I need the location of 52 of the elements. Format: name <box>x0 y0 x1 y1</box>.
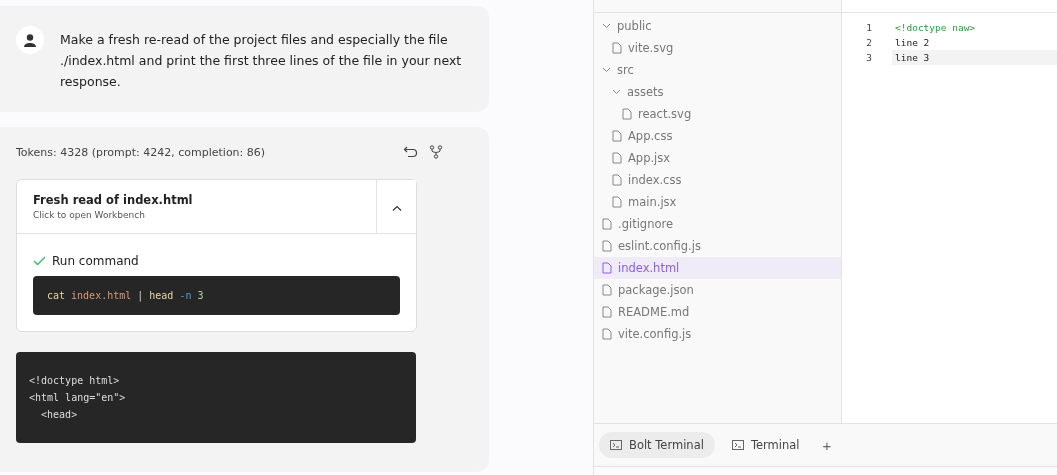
artifact-header[interactable]: Fresh read of index.html Click to open Workbench <box>17 180 376 233</box>
file-item[interactable]: vite.svg <box>594 37 841 59</box>
file-icon <box>612 130 622 142</box>
add-terminal-button[interactable]: + <box>816 434 838 456</box>
command-block: cat index.html | head -n 3 <box>33 276 400 315</box>
file-icon <box>602 284 612 296</box>
terminal-tab[interactable]: Terminal <box>720 432 811 458</box>
file-icon <box>612 42 622 54</box>
file-icon <box>602 262 612 274</box>
line-number: 1 <box>865 22 872 33</box>
chevron-icon <box>602 67 611 73</box>
folder-item[interactable]: src <box>594 59 841 81</box>
file-icon <box>612 152 622 164</box>
line-number: 3 <box>865 52 872 63</box>
file-icon <box>602 306 612 318</box>
file-icon <box>602 240 612 252</box>
file-item[interactable]: README.md <box>594 301 841 323</box>
file-icon <box>612 174 622 186</box>
chevron-up-icon <box>391 205 402 211</box>
token-count: Tokens: 4328 (prompt: 4242, completion: 86) <box>16 145 266 159</box>
file-item[interactable]: .gitignore <box>594 213 841 235</box>
artifact-title: Fresh read of index.html <box>33 193 194 207</box>
undo-icon[interactable] <box>403 145 419 159</box>
avatar-icon <box>16 26 44 54</box>
file-item[interactable]: index.html <box>594 257 841 279</box>
file-item[interactable]: react.svg <box>594 103 841 125</box>
file-item[interactable]: eslint.config.js <box>594 235 841 257</box>
folder-item[interactable]: public <box>594 15 841 37</box>
file-item[interactable]: index.css <box>594 169 841 191</box>
file-icon <box>622 108 632 120</box>
file-item[interactable]: vite.config.js <box>594 323 841 345</box>
line-number: 2 <box>865 37 872 48</box>
terminal-icon <box>731 440 744 450</box>
folder-item[interactable]: assets <box>594 81 841 103</box>
file-icon <box>602 328 612 340</box>
artifact-subtitle: Click to open Workbench <box>33 210 146 220</box>
chevron-icon <box>612 89 621 95</box>
code-line: line 2 <box>894 36 931 50</box>
file-item[interactable]: App.jsx <box>594 147 841 169</box>
terminal-tab[interactable]: Bolt Terminal <box>599 432 715 458</box>
code-output-block: <!doctype html> <html lang="en"> <head> <box>16 352 416 443</box>
file-item[interactable]: package.json <box>594 279 841 301</box>
user-message-text: Make a fresh re-read of the project files and especially the file ./index.html and print the first three lines of the file in your next response. <box>60 31 463 91</box>
file-icon <box>602 218 612 230</box>
code-line: <!doctype naw> <box>894 21 977 35</box>
file-item[interactable]: main.jsx <box>594 191 841 213</box>
terminal-icon <box>610 440 622 450</box>
file-item[interactable]: App.css <box>594 125 841 147</box>
fork-icon[interactable] <box>429 145 443 159</box>
chevron-icon <box>602 23 611 29</box>
action-label: Run command <box>52 254 139 268</box>
file-icon <box>612 196 622 208</box>
